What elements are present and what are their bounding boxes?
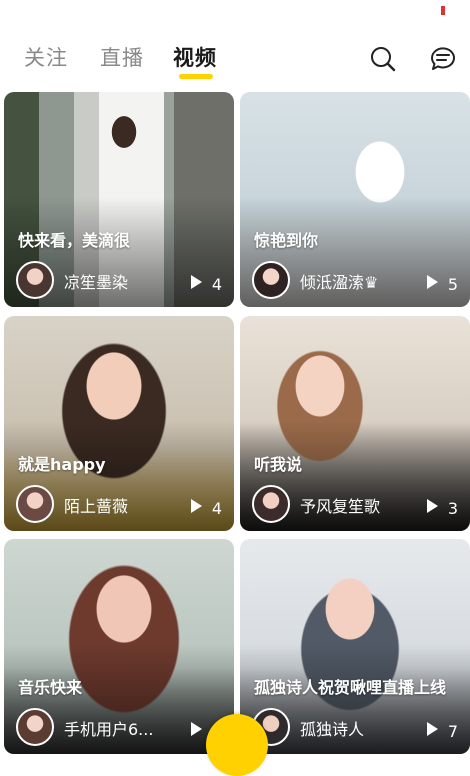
video-card[interactable]: 听我说 予风复笙歌 3 xyxy=(240,316,470,531)
play-icon xyxy=(191,499,202,513)
video-card[interactable]: 孤独诗人祝贺啾哩直播上线 孤独诗人 7 xyxy=(240,539,470,754)
author-name[interactable]: 陌上蔷薇 xyxy=(64,493,128,517)
video-card[interactable]: 就是happy 陌上蔷薇 4 xyxy=(4,316,234,531)
message-icon[interactable] xyxy=(428,44,458,74)
author-name[interactable]: 倾泜溋溹♛ xyxy=(300,269,378,293)
top-nav: 关注 直播 视频 xyxy=(0,36,470,86)
avatar[interactable] xyxy=(252,485,290,523)
play-count: 4 xyxy=(211,499,222,518)
avatar[interactable] xyxy=(16,708,54,746)
video-card[interactable]: 快来看，美滴很 凉笙墨染 4 xyxy=(4,92,234,307)
avatar[interactable] xyxy=(252,261,290,299)
author-name[interactable]: 手机用户6... xyxy=(64,716,153,740)
avatar[interactable] xyxy=(16,485,54,523)
play-icon xyxy=(427,275,438,289)
video-title: 惊艳到你 xyxy=(254,231,319,250)
play-count: 7 xyxy=(447,722,458,741)
video-card[interactable]: 惊艳到你 倾泜溋溹♛ 5 xyxy=(240,92,470,307)
avatar[interactable] xyxy=(16,261,54,299)
play-count: 4 xyxy=(211,275,222,294)
author-name[interactable]: 凉笙墨染 xyxy=(64,269,128,293)
active-tab-indicator xyxy=(179,74,213,79)
video-grid: 快来看，美滴很 凉笙墨染 4 惊艳到你 倾泜溋溹♛ 5 就是happy 陌上蔷薇… xyxy=(0,92,470,754)
video-title: 听我说 xyxy=(254,455,303,474)
play-count: 5 xyxy=(447,275,458,294)
tab-live[interactable]: 直播 xyxy=(100,42,144,72)
tab-video[interactable]: 视频 xyxy=(173,42,217,72)
status-indicator xyxy=(441,6,445,15)
create-button[interactable] xyxy=(206,714,268,776)
author-name[interactable]: 孤独诗人 xyxy=(300,716,364,740)
video-title: 孤独诗人祝贺啾哩直播上线 xyxy=(254,678,447,697)
tab-following[interactable]: 关注 xyxy=(24,42,68,72)
video-title: 快来看，美滴很 xyxy=(18,231,131,250)
play-count: 3 xyxy=(447,499,458,518)
play-icon xyxy=(427,722,438,736)
search-icon[interactable] xyxy=(368,44,398,74)
play-icon xyxy=(191,275,202,289)
video-card[interactable]: 音乐快来 手机用户6... 7 xyxy=(4,539,234,754)
play-icon xyxy=(427,499,438,513)
video-title: 音乐快来 xyxy=(18,678,83,697)
author-name[interactable]: 予风复笙歌 xyxy=(300,493,380,517)
video-title: 就是happy xyxy=(18,455,106,474)
play-icon xyxy=(191,722,202,736)
